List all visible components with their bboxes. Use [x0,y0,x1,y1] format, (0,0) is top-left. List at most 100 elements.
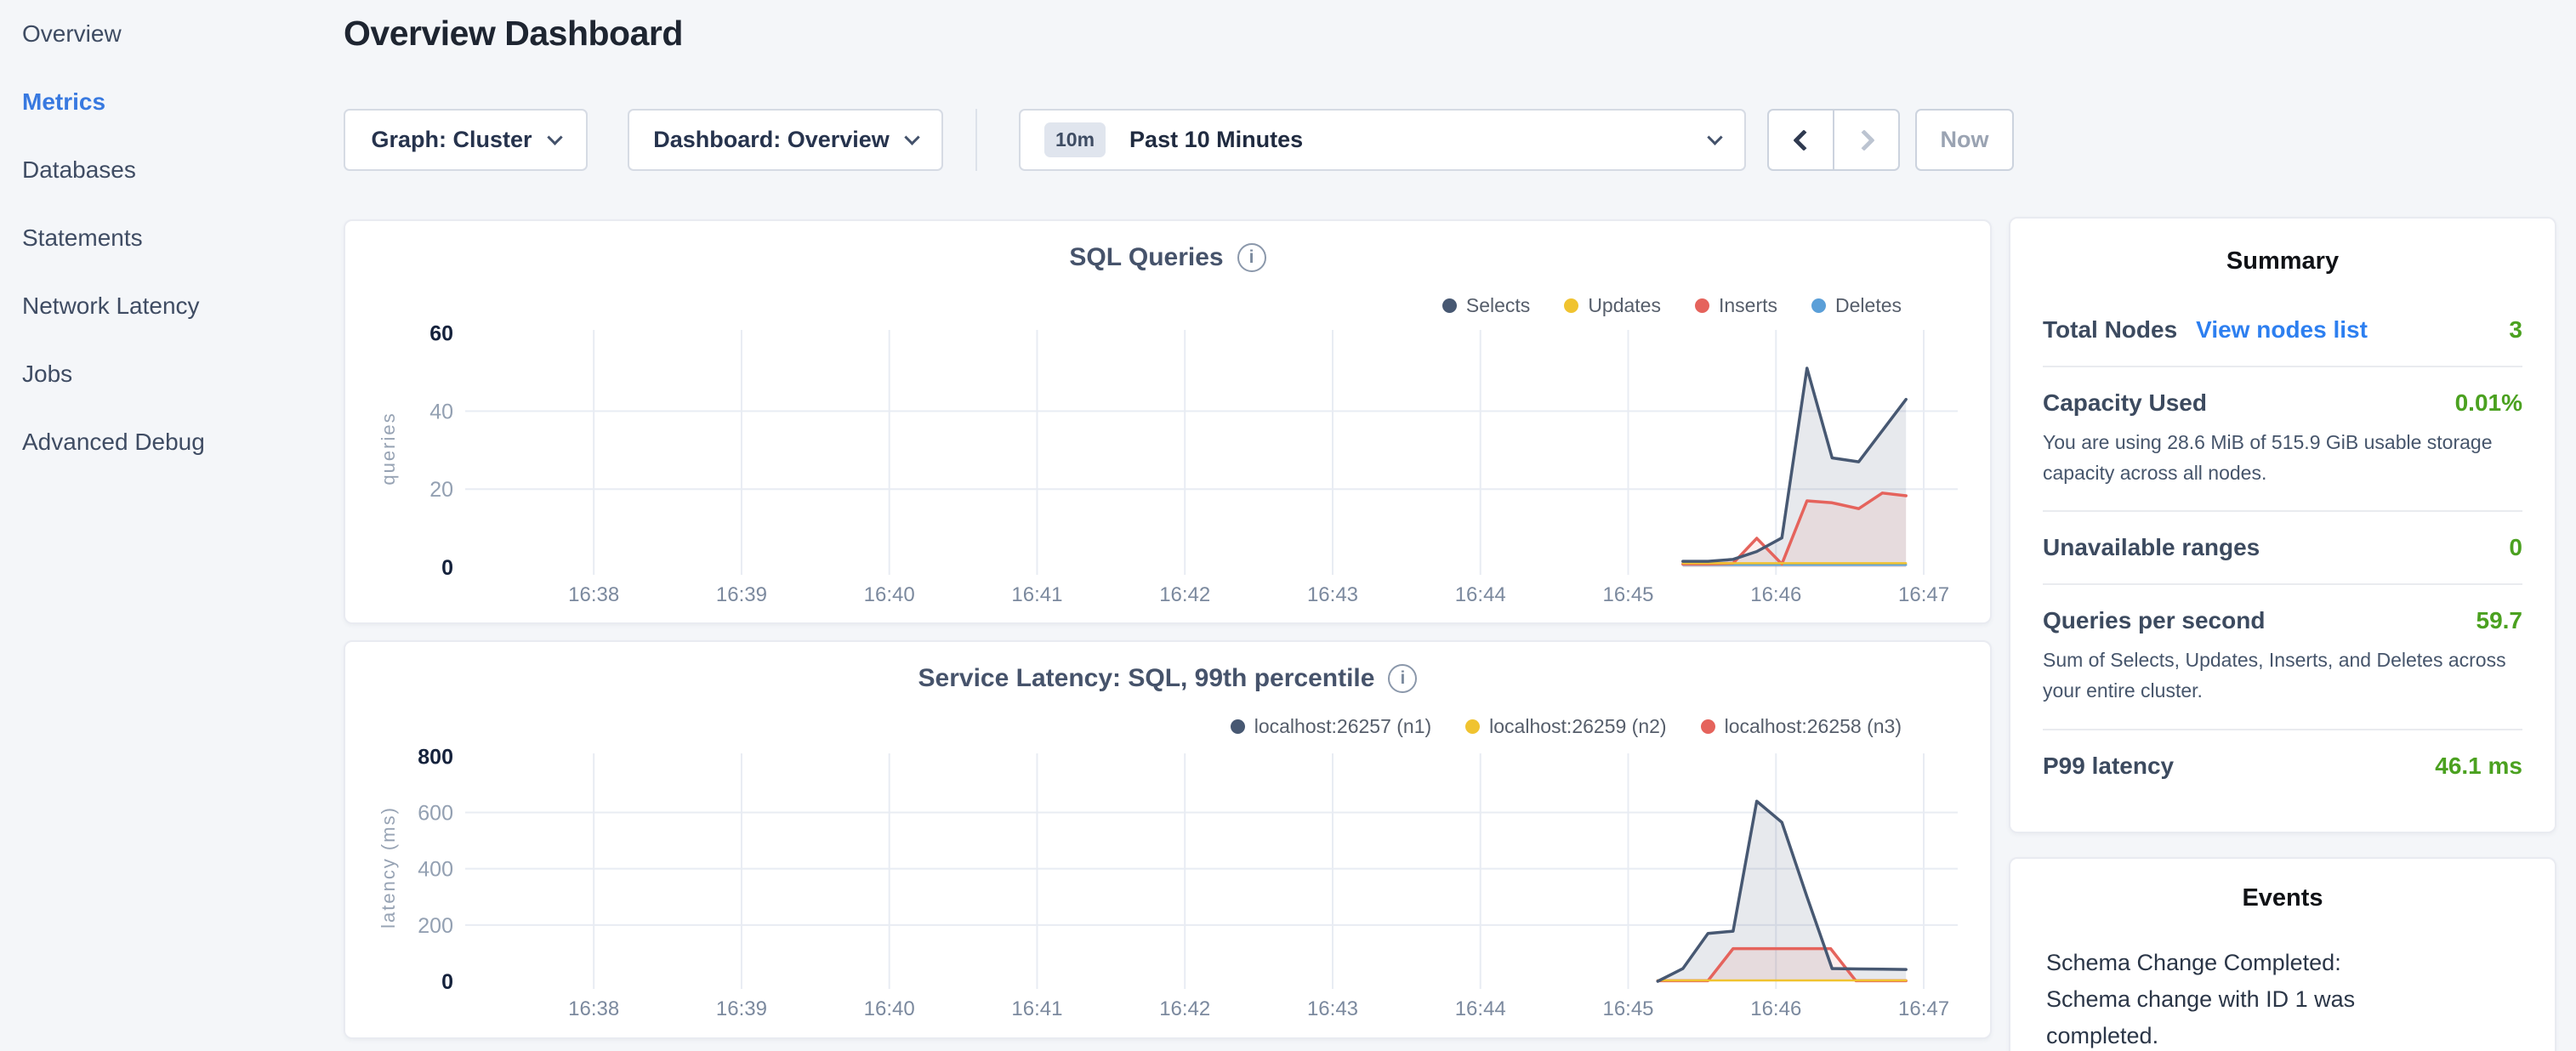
prev-time-window-button[interactable] [1769,111,1833,169]
svg-text:16:38: 16:38 [568,997,619,1020]
legend-dot-icon [1701,719,1715,734]
legend-label: Inserts [1719,294,1777,317]
sql-queries-chart-card: SQL Queries i Selects Updates Inserts Delet… [344,219,1992,624]
svg-text:16:40: 16:40 [864,583,915,606]
legend-label: Selects [1466,294,1530,317]
legend-label: localhost:26257 (n1) [1254,715,1431,738]
summary-value: 0 [2509,534,2522,561]
summary-value: 3 [2509,316,2522,344]
svg-text:200: 200 [418,914,453,938]
svg-text:40: 40 [429,400,453,423]
legend-item[interactable]: localhost:26258 (n3) [1701,715,1902,738]
svg-text:16:44: 16:44 [1455,583,1506,606]
chart-legend: localhost:26257 (n1) localhost:26259 (n2)… [1231,715,1902,738]
chevron-down-icon [1707,129,1722,145]
legend-item[interactable]: Inserts [1695,294,1777,317]
legend-dot-icon [1231,719,1245,734]
legend-item[interactable]: localhost:26259 (n2) [1465,715,1666,738]
legend-label: localhost:26259 (n2) [1489,715,1666,738]
svg-text:latency (ms): latency (ms) [378,806,399,929]
svg-text:400: 400 [418,858,453,882]
svg-text:16:41: 16:41 [1011,997,1062,1020]
dashboard-select-dropdown[interactable]: Dashboard: Overview [628,109,943,171]
summary-row-unavailable-ranges: Unavailable ranges 0 [2043,512,2522,585]
graph-select-dropdown[interactable]: Graph: Cluster [344,109,588,171]
events-panel: Events Schema Change Completed: Schema c… [2009,857,2556,1051]
svg-text:16:45: 16:45 [1602,997,1653,1020]
summary-label: P99 latency [2043,753,2174,780]
svg-text:16:38: 16:38 [568,583,619,606]
events-title: Events [2046,884,2519,912]
legend-label: Updates [1588,294,1661,317]
sql-queries-plot: 16:3816:3916:4016:4116:4216:4316:4416:45… [345,221,1993,626]
summary-label: Capacity Used [2043,389,2207,417]
legend-label: localhost:26258 (n3) [1725,715,1902,738]
time-range-picker[interactable]: 10m Past 10 Minutes [1019,109,1746,171]
sidebar-nav: Overview Metrics Databases Statements Ne… [22,0,328,476]
service-latency-plot: 16:3816:3916:4016:4116:4216:4316:4416:45… [345,642,1993,1041]
legend-label: Deletes [1835,294,1902,317]
summary-row-p99-latency: P99 latency 46.1 ms [2043,730,2522,802]
sidebar-item-overview[interactable]: Overview [22,0,328,68]
summary-label: Unavailable ranges [2043,534,2260,561]
overview-dashboard-page: { "sidebar": { "items": ["Overview", "Me… [0,0,2576,1051]
legend-item[interactable]: Deletes [1811,294,1902,317]
svg-text:60: 60 [429,322,453,346]
time-window-pager [1767,109,1900,171]
svg-text:16:43: 16:43 [1307,997,1358,1020]
svg-text:16:47: 16:47 [1898,997,1949,1020]
info-icon[interactable]: i [1237,243,1266,272]
legend-item[interactable]: Selects [1442,294,1530,317]
summary-row-total-nodes: Total Nodes View nodes list 3 [2043,294,2522,367]
page-title: Overview Dashboard [344,14,683,54]
summary-description: You are using 28.6 MiB of 515.9 GiB usab… [2043,428,2522,488]
svg-text:16:46: 16:46 [1750,997,1801,1020]
chevron-right-icon [1853,129,1874,151]
svg-text:16:46: 16:46 [1750,583,1801,606]
summary-label: Total Nodes [2043,316,2177,344]
chevron-down-icon [904,129,919,145]
legend-dot-icon [1465,719,1480,734]
legend-item[interactable]: localhost:26257 (n1) [1231,715,1431,738]
svg-text:16:47: 16:47 [1898,583,1949,606]
summary-label: Queries per second [2043,607,2265,634]
summary-value: 59.7 [2476,607,2523,634]
sidebar-item-advanced-debug[interactable]: Advanced Debug [22,408,328,476]
service-latency-chart-card: Service Latency: SQL, 99th percentile i … [344,640,1992,1039]
now-button[interactable]: Now [1915,109,2014,171]
chart-legend: Selects Updates Inserts Deletes [1442,294,1902,317]
summary-value: 46.1 ms [2435,753,2522,780]
sidebar-item-jobs[interactable]: Jobs [22,340,328,408]
sidebar-item-metrics[interactable]: Metrics [22,68,328,136]
svg-text:16:44: 16:44 [1455,997,1506,1020]
summary-row-capacity-used: Capacity Used 0.01% You are using 28.6 M… [2043,367,2522,512]
view-nodes-list-link[interactable]: View nodes list [2196,316,2368,344]
now-button-label: Now [1941,127,1989,153]
legend-item[interactable]: Updates [1564,294,1661,317]
sidebar-item-network-latency[interactable]: Network Latency [22,272,328,340]
time-range-label: Past 10 Minutes [1129,127,1303,153]
svg-text:800: 800 [418,745,453,769]
summary-value: 0.01% [2455,389,2522,417]
svg-text:16:39: 16:39 [716,583,767,606]
svg-text:16:45: 16:45 [1602,583,1653,606]
chart-title: SQL Queries [1069,243,1223,272]
chart-title: Service Latency: SQL, 99th percentile [918,664,1375,693]
info-icon[interactable]: i [1388,664,1417,693]
svg-text:16:39: 16:39 [716,997,767,1020]
svg-text:16:43: 16:43 [1307,583,1358,606]
sidebar-item-databases[interactable]: Databases [22,136,328,204]
svg-text:0: 0 [441,970,453,994]
legend-dot-icon [1564,298,1578,313]
svg-text:20: 20 [429,478,453,502]
legend-dot-icon [1811,298,1826,313]
graph-select-label: Graph: Cluster [371,127,532,153]
sidebar-item-statements[interactable]: Statements [22,204,328,272]
svg-text:queries: queries [378,412,399,485]
next-time-window-button[interactable] [1833,111,1898,169]
svg-text:600: 600 [418,801,453,825]
legend-dot-icon [1442,298,1457,313]
svg-text:0: 0 [441,556,453,580]
chevron-left-icon [1793,129,1814,151]
legend-dot-icon [1695,298,1709,313]
